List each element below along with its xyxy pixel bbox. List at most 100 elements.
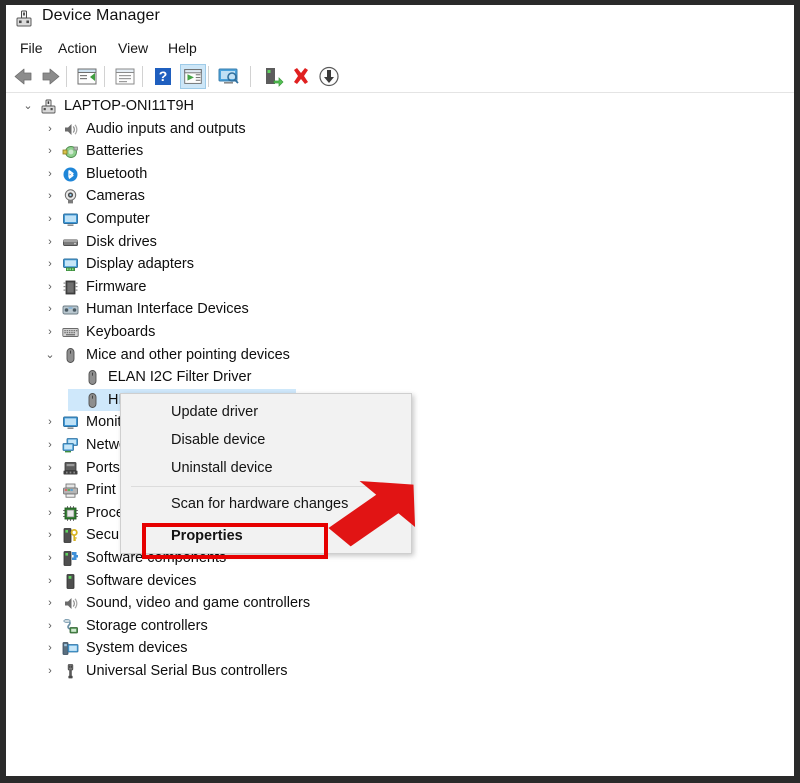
speaker-icon bbox=[62, 595, 79, 612]
tree-row-label: Universal Serial Bus controllers bbox=[86, 663, 288, 679]
bluetooth-icon bbox=[62, 166, 79, 183]
chevron-right-icon[interactable]: › bbox=[42, 524, 58, 546]
chevron-down-icon[interactable]: ⌄ bbox=[20, 95, 36, 117]
svg-text:?: ? bbox=[159, 68, 168, 84]
window-title: Device Manager bbox=[42, 7, 160, 24]
chevron-right-icon[interactable]: › bbox=[42, 321, 58, 343]
tree-row[interactable]: › Display adapters bbox=[6, 253, 794, 275]
context-menu-item-update-driver[interactable]: Update driver bbox=[121, 398, 411, 426]
tree-row-label: Audio inputs and outputs bbox=[86, 120, 246, 137]
tree-row-label: Software devices bbox=[86, 572, 197, 589]
properties-highlight-box bbox=[142, 523, 328, 559]
chevron-right-icon[interactable]: › bbox=[42, 457, 58, 479]
screenshot-root: Device Manager File Action View Help ? ⌄… bbox=[0, 0, 800, 783]
camera-icon bbox=[62, 188, 79, 205]
forward-icon[interactable] bbox=[38, 64, 64, 89]
tree-row[interactable]: › Firmware bbox=[6, 276, 794, 298]
tree-row[interactable]: › Audio inputs and outputs bbox=[6, 118, 794, 140]
scan-hardware-changes-icon[interactable] bbox=[316, 64, 342, 89]
tree-row[interactable]: › Software devices bbox=[6, 570, 794, 592]
toolbar-separator bbox=[142, 66, 143, 87]
speaker-icon bbox=[62, 121, 79, 138]
display-adapter-icon bbox=[62, 256, 79, 273]
device-manager-window: Device Manager File Action View Help ? ⌄… bbox=[6, 5, 794, 776]
storage-controller-icon bbox=[62, 618, 79, 635]
properties-panel-icon[interactable] bbox=[74, 64, 100, 89]
mouse-icon bbox=[62, 347, 79, 364]
tree-row-label: System devices bbox=[86, 640, 188, 657]
tree-row-label: Disk drives bbox=[86, 233, 157, 250]
tree-row-label: Batteries bbox=[86, 143, 144, 160]
tree-row[interactable]: ⌄ Mice and other pointing devices bbox=[6, 344, 794, 366]
tree-row-label: Firmware bbox=[86, 278, 147, 295]
tree-row[interactable]: › Computer bbox=[6, 208, 794, 230]
chevron-right-icon[interactable]: › bbox=[42, 185, 58, 207]
title-bar: Device Manager bbox=[6, 5, 794, 34]
scan-computer-icon[interactable] bbox=[216, 64, 242, 89]
usb-icon bbox=[62, 663, 79, 680]
chevron-right-icon[interactable]: › bbox=[42, 298, 58, 320]
security-device-icon bbox=[62, 527, 79, 544]
software-device-icon bbox=[62, 573, 79, 590]
network-adapter-icon bbox=[62, 437, 79, 454]
tree-row[interactable]: › Batteries bbox=[6, 140, 794, 162]
chevron-right-icon[interactable]: › bbox=[42, 547, 58, 569]
back-icon[interactable] bbox=[10, 64, 36, 89]
tree-row[interactable]: › Bluetooth bbox=[6, 163, 794, 185]
tree-row-label: Computer bbox=[86, 211, 150, 227]
menu-action[interactable]: Action bbox=[54, 39, 101, 57]
chevron-right-icon[interactable]: › bbox=[42, 411, 58, 433]
chevron-right-icon[interactable]: › bbox=[42, 570, 58, 592]
chevron-right-icon[interactable]: › bbox=[42, 276, 58, 298]
menu-view[interactable]: View bbox=[114, 39, 152, 57]
tree-row[interactable]: › Disk drives bbox=[6, 231, 794, 253]
hid-icon bbox=[62, 301, 79, 318]
chevron-right-icon[interactable]: › bbox=[42, 615, 58, 637]
chevron-right-icon[interactable]: › bbox=[42, 479, 58, 501]
tree-row-label: LAPTOP-ONI11T9H bbox=[64, 98, 195, 114]
list-view-icon[interactable] bbox=[112, 64, 138, 89]
red-arrow-annotation bbox=[316, 475, 436, 555]
tree-row-label: Storage controllers bbox=[86, 617, 208, 634]
tree-row-label: Human Interface Devices bbox=[86, 301, 249, 318]
tree-row[interactable]: › Sound, video and game controllers bbox=[6, 592, 794, 614]
tree-row[interactable]: › Keyboards bbox=[6, 321, 794, 343]
tree-row[interactable]: › Cameras bbox=[6, 185, 794, 207]
chevron-right-icon[interactable]: › bbox=[42, 208, 58, 230]
chevron-right-icon[interactable]: › bbox=[42, 163, 58, 185]
chevron-down-icon[interactable]: ⌄ bbox=[42, 344, 58, 366]
tree-row[interactable]: ELAN I2C Filter Driver bbox=[6, 366, 794, 388]
chevron-right-icon[interactable]: › bbox=[42, 231, 58, 253]
tree-row[interactable]: ⌄ LAPTOP-ONI11T9H bbox=[6, 95, 794, 117]
help-icon[interactable]: ? bbox=[150, 64, 176, 89]
tree-row-label: Bluetooth bbox=[86, 165, 148, 182]
chevron-right-icon[interactable]: › bbox=[42, 502, 58, 524]
tree-row-label: Keyboards bbox=[86, 324, 156, 340]
system-device-icon bbox=[62, 640, 79, 657]
tree-row[interactable]: › System devices bbox=[6, 637, 794, 659]
tree-row[interactable]: › Storage controllers bbox=[6, 615, 794, 637]
chevron-right-icon[interactable]: › bbox=[42, 140, 58, 162]
port-icon bbox=[62, 460, 79, 477]
uninstall-device-icon[interactable] bbox=[288, 64, 314, 89]
chevron-right-icon[interactable]: › bbox=[42, 118, 58, 140]
chevron-right-icon[interactable]: › bbox=[42, 660, 58, 682]
tree-row-label: Sound, video and game controllers bbox=[86, 595, 311, 612]
firmware-chip-icon bbox=[62, 279, 79, 296]
tree-row[interactable]: › Universal Serial Bus controllers bbox=[6, 660, 794, 682]
monitor-icon bbox=[62, 414, 79, 431]
tree-row-label: Mice and other pointing devices bbox=[86, 346, 290, 363]
chevron-right-icon[interactable]: › bbox=[42, 253, 58, 275]
chevron-right-icon[interactable]: › bbox=[42, 637, 58, 659]
battery-icon bbox=[62, 143, 79, 160]
menu-file[interactable]: File bbox=[16, 39, 47, 57]
menu-help[interactable]: Help bbox=[164, 39, 201, 57]
printer-icon bbox=[62, 482, 79, 499]
device-manager-icon bbox=[14, 9, 34, 29]
chevron-right-icon[interactable]: › bbox=[42, 592, 58, 614]
tree-row[interactable]: › Human Interface Devices bbox=[6, 298, 794, 320]
properties-icon[interactable] bbox=[180, 64, 206, 89]
context-menu-item-disable-device[interactable]: Disable device bbox=[121, 426, 411, 454]
update-driver-icon[interactable] bbox=[260, 64, 286, 89]
chevron-right-icon[interactable]: › bbox=[42, 434, 58, 456]
